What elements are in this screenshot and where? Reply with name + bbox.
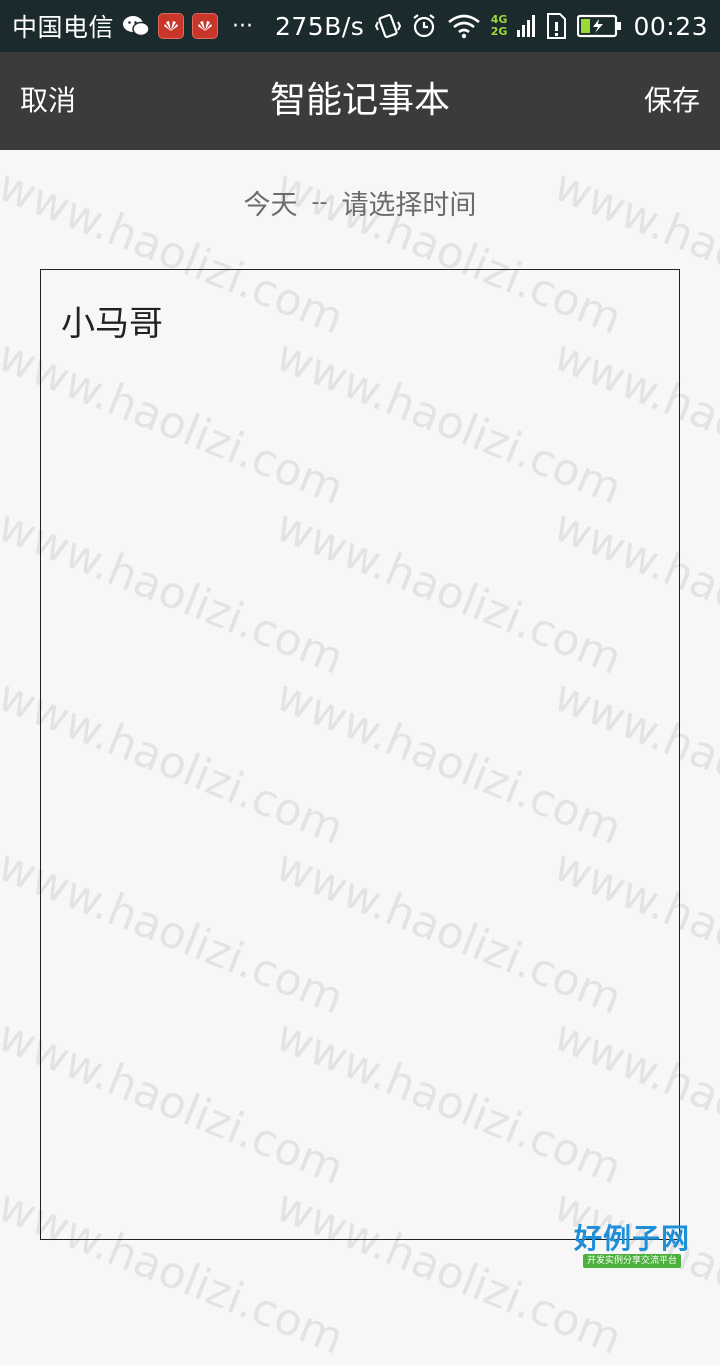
site-logo: 好例子网 开发实例分享交流平台 <box>572 1224 692 1268</box>
sim-icon <box>545 13 567 39</box>
network-type-badge: 4G 2G <box>491 14 508 38</box>
carrier-name: 中国电信 <box>12 13 115 42</box>
logo-subtitle: 开发实例分享交流平台 <box>582 1254 681 1268</box>
battery-charging-icon <box>577 14 623 38</box>
time-picker[interactable]: 请选择时间 <box>341 183 476 222</box>
logo-title: 好例子网 <box>573 1222 690 1255</box>
save-button[interactable]: 保存 <box>644 52 700 150</box>
network-speed: 275B/s <box>275 11 365 41</box>
page-title: 智能记事本 <box>269 80 450 121</box>
alarm-icon <box>411 13 437 39</box>
huawei-app-icon <box>158 13 185 39</box>
status-bar: 中国电信 ··· 275B/s 4G 2G 00:23 <box>0 0 720 52</box>
more-notifications-icon: ··· <box>232 13 253 39</box>
note-content[interactable]: 小马哥 <box>61 296 163 345</box>
title-bar: 取消 智能记事本 保存 <box>0 52 720 150</box>
clock: 00:23 <box>633 11 708 41</box>
wechat-icon <box>122 15 150 37</box>
note-editor[interactable]: 小马哥 <box>40 269 680 1240</box>
date-time-row: 今天 -- 请选择时间 <box>0 178 720 226</box>
huawei-app-icon <box>192 13 219 39</box>
date-label[interactable]: 今天 <box>244 183 298 222</box>
vibrate-icon <box>374 12 401 40</box>
cancel-button[interactable]: 取消 <box>20 52 76 150</box>
date-separator: -- <box>311 189 328 215</box>
network-2g-label: 2G <box>490 25 508 38</box>
wifi-icon <box>447 13 481 39</box>
signal-icon <box>517 13 536 39</box>
